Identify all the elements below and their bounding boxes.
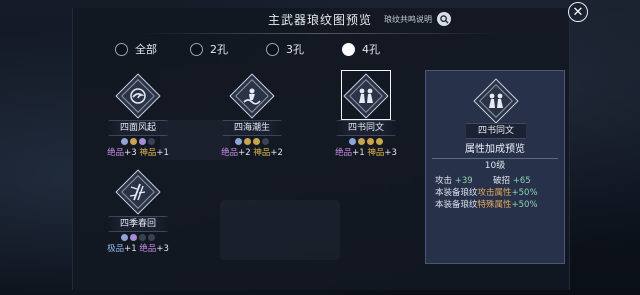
grade-summary: 绝品+3 神品+1: [107, 148, 169, 158]
filter-label: 4孔: [362, 43, 380, 56]
wave-rider-icon: [243, 88, 261, 105]
gem-icon: [244, 138, 251, 145]
filter-2-holes[interactable]: 2孔: [190, 41, 228, 57]
help-label: 琅纹共鸣说明: [384, 14, 432, 24]
pattern-emblem: [343, 73, 389, 119]
radio-selected-icon[interactable]: [342, 42, 355, 56]
pattern-card-2[interactable]: 四海潮生 绝品+2 神品+2: [207, 73, 297, 158]
page-title: 主武器琅纹图预览: [267, 13, 372, 27]
filter-label: 2孔: [210, 43, 228, 56]
gem-empty-icon: [148, 234, 155, 241]
gem-empty-icon: [148, 138, 155, 145]
filter-all[interactable]: 全部: [115, 41, 157, 57]
close-button[interactable]: ✕: [568, 2, 588, 22]
pattern-card-3[interactable]: 四书同文 绝品+1 神品+3: [321, 73, 411, 158]
background-decoration: [220, 200, 340, 260]
gem-icon: [253, 138, 260, 145]
gem-icon: [235, 138, 242, 145]
search-icon[interactable]: [437, 12, 451, 26]
pattern-emblem: [229, 73, 275, 119]
gem-slots: [93, 138, 183, 145]
title-divider: [140, 33, 500, 34]
stat-attack: 攻击 +39: [435, 176, 473, 186]
preview-pattern-name: 四书同文: [466, 123, 526, 139]
pattern-card-1[interactable]: 四面风起 绝品+3 神品+1: [93, 73, 183, 158]
gem-empty-icon: [262, 138, 269, 145]
gem-slots: [207, 138, 297, 145]
pattern-name: 四季春回: [108, 216, 168, 232]
gem-icon: [349, 138, 356, 145]
stat-break: 破招 +65: [493, 176, 531, 186]
radio-icon[interactable]: [115, 42, 128, 56]
radio-icon[interactable]: [266, 42, 279, 56]
resonance-help-button[interactable]: 琅纹共鸣说明: [384, 12, 451, 26]
filter-label: 3孔: [286, 43, 304, 56]
gem-icon: [130, 138, 137, 145]
gem-icon: [367, 138, 374, 145]
wind-swirl-icon: [130, 88, 146, 104]
pattern-card-4[interactable]: 四季春回 极品+1 绝品+3: [93, 169, 183, 254]
preview-level: 10级: [484, 161, 506, 171]
attribute-preview-panel: 四书同文 属性加成预览 10级 攻击 +39 破招 +65 本装备琅纹 攻击属性 +…: [425, 70, 565, 264]
pattern-name: 四书同文: [336, 120, 396, 136]
gem-icon: [139, 138, 146, 145]
stat-special-bonus: 本装备琅纹 特殊属性 +50%: [435, 200, 538, 210]
pattern-emblem: [115, 73, 161, 119]
gem-icon: [121, 138, 128, 145]
filter-4-holes[interactable]: 4孔: [342, 41, 380, 57]
twin-figures-icon: [359, 88, 373, 103]
grade-summary: 绝品+2 神品+2: [221, 148, 283, 158]
pattern-emblem: [115, 169, 161, 215]
preview-heading: 属性加成预览: [432, 140, 558, 159]
gem-slots: [321, 138, 411, 145]
grade-summary: 绝品+1 神品+3: [335, 148, 397, 158]
gem-empty-icon: [139, 234, 146, 241]
gem-slots: [93, 234, 183, 241]
filter-3-holes[interactable]: 3孔: [266, 41, 304, 57]
gem-icon: [358, 138, 365, 145]
bamboo-icon: [129, 183, 146, 201]
filter-label: 全部: [135, 43, 157, 56]
preview-stats: 攻击 +39 破招 +65 本装备琅纹 攻击属性 +50% 本装备琅纹 特殊属性 +50…: [435, 175, 561, 211]
pattern-name: 四海潮生: [222, 120, 282, 136]
grade-summary: 极品+1 绝品+3: [107, 244, 169, 254]
radio-icon[interactable]: [190, 42, 203, 56]
close-icon: ✕: [572, 4, 584, 20]
preview-emblem: [473, 78, 519, 124]
hole-filter-group: 全部 2孔 3孔 4孔: [0, 38, 640, 60]
gem-icon: [121, 234, 128, 241]
twin-figures-icon: [489, 93, 503, 108]
pattern-name: 四面风起: [108, 120, 168, 136]
gem-icon: [130, 234, 137, 241]
stat-attack-bonus: 本装备琅纹 攻击属性 +50%: [435, 188, 538, 198]
gem-icon: [376, 138, 383, 145]
